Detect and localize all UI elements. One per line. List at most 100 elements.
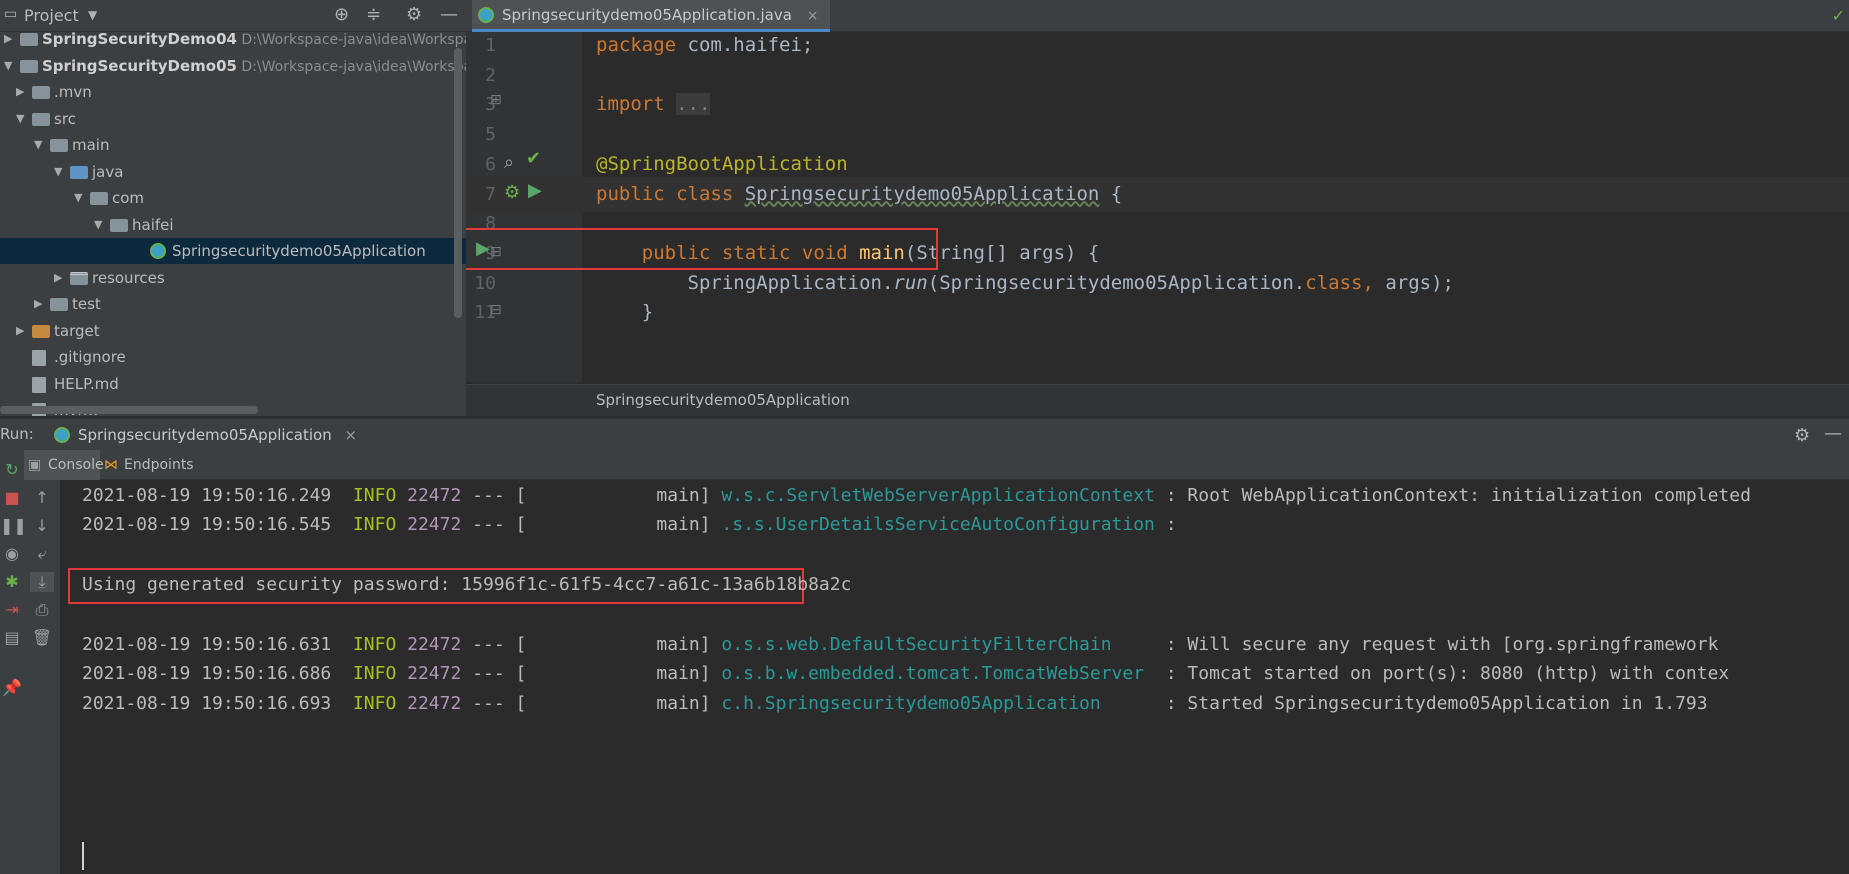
console-output[interactable]: 2021-08-19 19:50:16.199 INFO 22472 --- [… (60, 480, 1849, 874)
tree-item-help-md[interactable]: HELP.md (0, 371, 466, 397)
collapsed-arrow-icon[interactable]: ▶ (16, 318, 30, 344)
pause-icon[interactable]: ❚❚ (0, 516, 27, 535)
folder-icon (32, 112, 50, 126)
endpoints-icon: ⋈ (104, 457, 118, 473)
scroll-up-icon[interactable]: ↑ (30, 488, 54, 507)
code-text: } (596, 301, 654, 324)
folder-icon (70, 165, 88, 179)
folder-icon (50, 139, 68, 152)
folder-icon (90, 192, 108, 205)
run-toolbar-left: ↻ ■ ❚❚ ◉ ✱ ⇥ ▤ 📌 (0, 450, 27, 874)
tree-item-src[interactable]: ▼ src (0, 106, 466, 132)
main-method-highlight-box (466, 228, 938, 270)
collapsed-arrow-icon[interactable]: ▶ (34, 291, 48, 317)
spring-icon[interactable]: ✱ (0, 572, 24, 591)
folder-icon (32, 86, 50, 99)
expanded-arrow-icon[interactable]: ▼ (74, 185, 88, 211)
gear-icon[interactable]: ⚙ (406, 4, 422, 25)
scroll-to-end-icon[interactable]: ⤓ (30, 572, 54, 592)
gear-icon[interactable]: ⚙ (1794, 425, 1810, 446)
pin-icon[interactable]: 📌 (0, 678, 24, 697)
tree-item-springsecuritydemo05[interactable]: ▼ SpringSecurityDemo05 D:\Workspace-java\… (0, 53, 466, 79)
tab-console[interactable]: ▣ Console (24, 450, 104, 480)
tree-item-label: com (112, 189, 145, 207)
project-tree-vertical-scrollbar[interactable] (454, 48, 462, 318)
tree-item-com[interactable]: ▼ com (0, 185, 466, 211)
folder-icon (20, 33, 38, 46)
console-line: 2021-08-19 19:50:16.545 INFO 22472 --- [… (82, 514, 1177, 536)
tree-item-haifei[interactable]: ▼ haifei (0, 212, 466, 238)
project-tree-horizontal-scrollbar[interactable] (0, 406, 258, 414)
tree-item-path: D:\Workspace-java\idea\Workspac (236, 32, 466, 48)
code-editor[interactable]: 1 package com.haifei; 2 3 import ... 5 6 @Sprin… (466, 32, 1849, 416)
scroll-down-icon[interactable]: ↓ (30, 516, 54, 535)
close-icon[interactable]: × (807, 8, 819, 24)
camera-icon[interactable]: ◉ (0, 544, 24, 563)
spring-class-icon (478, 7, 494, 23)
tree-item-test[interactable]: ▶ test (0, 291, 466, 317)
close-icon[interactable]: × (345, 426, 358, 444)
run-tab-label: Springsecuritydemo05Application (78, 426, 332, 444)
expanded-arrow-icon[interactable]: ▼ (54, 159, 68, 185)
chevron-down-icon[interactable]: ▼ (88, 8, 97, 22)
file-icon (32, 350, 46, 366)
fold-import-icon[interactable]: ⊞ (490, 92, 502, 108)
fold-end-icon[interactable]: ⊟ (490, 302, 502, 318)
tree-item-main[interactable]: ▼ main (0, 132, 466, 158)
tree-item-label: HELP.md (54, 374, 119, 393)
tree-item-label: .gitignore (54, 348, 126, 366)
run-class-icon[interactable]: ▶ (528, 180, 542, 201)
collapsed-arrow-icon[interactable]: ▶ (16, 79, 30, 105)
console-toolbar: ↑ ↓ ⤶ ⤓ ⎙ 🗑 (24, 480, 60, 874)
file-icon (32, 376, 46, 393)
collapse-all-icon[interactable]: ≑ (366, 4, 381, 25)
project-panel-title[interactable]: Project (24, 6, 79, 25)
tree-item-resources[interactable]: ▶ resources (0, 265, 466, 291)
run-subtab-bar: ▣ Console ⋈ Endpoints (24, 450, 1849, 480)
breadcrumb-bar: Springsecuritydemo05Application (466, 384, 1849, 416)
collapsed-arrow-icon[interactable]: ▶ (54, 265, 68, 291)
tree-item-label: main (72, 136, 110, 154)
expanded-arrow-icon[interactable]: ▼ (16, 106, 30, 132)
tree-item-springsecuritydemo04[interactable]: ▶ SpringSecurityDemo04 D:\Workspace-java\… (0, 26, 466, 52)
tree-item-path: D:\Workspace-java\idea\Workspac (236, 58, 466, 75)
tree-item-label: test (72, 295, 101, 313)
tab-endpoints[interactable]: ⋈ Endpoints (100, 450, 210, 480)
stop-icon[interactable]: ■ (0, 488, 24, 507)
collapsed-arrow-icon[interactable]: ▶ (4, 26, 18, 52)
find-usages-icon[interactable]: ⌕ (504, 152, 514, 173)
minimize-icon[interactable]: — (440, 4, 458, 25)
tab-endpoints-label: Endpoints (124, 457, 194, 473)
tree-item-label: Springsecuritydemo05Application (172, 242, 426, 260)
tree-item-springsecuritydemo05application[interactable]: Springsecuritydemo05Application (0, 238, 466, 264)
tree-item-java[interactable]: ▼ java (0, 159, 466, 185)
tree-item-gitignore[interactable]: .gitignore (0, 344, 466, 370)
soft-wrap-icon[interactable]: ⤶ (30, 544, 54, 564)
rerun-icon[interactable]: ↻ (0, 460, 24, 479)
spring-class-icon (54, 427, 70, 443)
breadcrumb[interactable]: Springsecuritydemo05Application (596, 391, 850, 409)
spring-boot-config-icon[interactable]: ⚙ (504, 182, 520, 203)
expanded-arrow-icon[interactable]: ▼ (34, 132, 48, 158)
locate-icon[interactable]: ⊕ (334, 4, 349, 25)
clear-all-icon[interactable]: 🗑 (30, 628, 54, 647)
run-panel-header: Run: Springsecuritydemo05Application × ⚙… (0, 418, 1849, 450)
tree-item-target[interactable]: ▶ target (0, 318, 466, 344)
tree-item-mvn[interactable]: ▶ .mvn (0, 79, 466, 105)
console-cursor (82, 842, 84, 870)
tree-item-label: src (54, 109, 76, 128)
folder-icon (32, 324, 50, 338)
folder-icon (110, 218, 128, 232)
exit-icon[interactable]: ⇥ (0, 600, 24, 619)
inspection-ok-icon[interactable]: ✓ (1832, 6, 1845, 25)
spring-bean-icon[interactable]: ✔ (526, 148, 541, 169)
expanded-arrow-icon[interactable]: ▼ (4, 53, 18, 79)
code-line-11[interactable]: 11 } (466, 295, 1849, 330)
minimize-icon[interactable]: — (1824, 423, 1842, 444)
layout-icon[interactable]: ▤ (0, 628, 24, 647)
editor-tab[interactable]: Springsecuritydemo05Application.java × (472, 0, 831, 32)
expanded-arrow-icon[interactable]: ▼ (94, 212, 108, 238)
print-icon[interactable]: ⎙ (30, 600, 54, 620)
run-config-tab[interactable]: Springsecuritydemo05Application × (50, 419, 367, 451)
project-view-icon[interactable]: ▭ (4, 6, 17, 22)
